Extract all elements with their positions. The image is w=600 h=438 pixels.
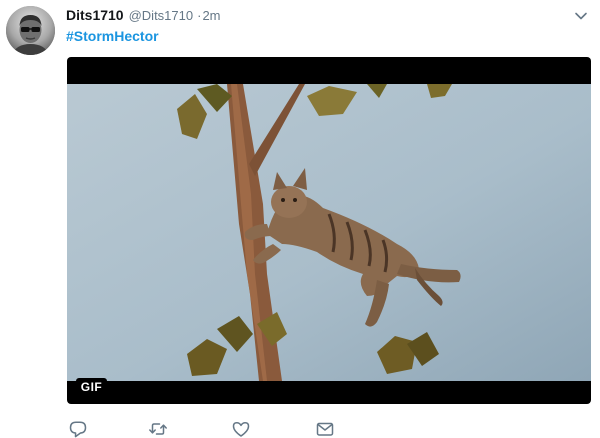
tweet-card[interactable]: Dits1710 @Dits1710 · 2m #StormHector GIF	[0, 0, 600, 438]
retweet-arrows-icon	[149, 423, 167, 435]
like-button[interactable]	[231, 420, 251, 438]
gif-badge: GIF	[76, 378, 107, 397]
avatar[interactable]	[6, 6, 55, 55]
gif-frame	[67, 84, 591, 381]
avatar-photo	[6, 6, 55, 55]
reply-bubble-icon	[69, 421, 87, 438]
gif-media[interactable]: GIF	[67, 57, 591, 404]
hashtag-link[interactable]: #StormHector	[66, 28, 159, 44]
display-name[interactable]: Dits1710	[66, 7, 124, 23]
chevron-down-icon	[575, 12, 587, 20]
envelope-icon	[316, 422, 334, 436]
timestamp[interactable]: 2m	[202, 8, 220, 23]
tweet-header: Dits1710 @Dits1710 · 2m	[66, 7, 221, 25]
direct-message-button[interactable]	[315, 420, 335, 438]
tweet-menu-button[interactable]	[573, 9, 589, 23]
separator-dot: ·	[197, 8, 202, 23]
heart-outline-icon	[232, 422, 250, 437]
reply-button[interactable]	[68, 420, 88, 438]
retweet-button[interactable]	[148, 420, 168, 438]
user-handle[interactable]: @Dits1710	[129, 8, 194, 23]
